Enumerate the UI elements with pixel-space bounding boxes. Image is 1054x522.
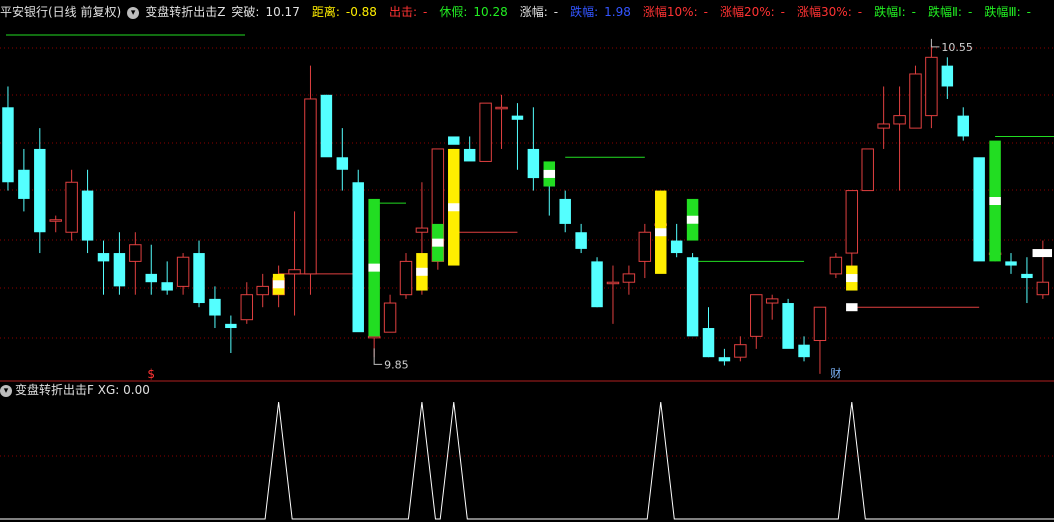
candle-body: [606, 281, 620, 285]
candle-body: [734, 344, 747, 358]
candle-body: [18, 169, 30, 199]
candle-body: [65, 181, 78, 233]
candle-body: [320, 94, 333, 158]
candle-body: [97, 253, 110, 262]
candle-body: [925, 56, 938, 117]
candle-body: [670, 240, 683, 254]
candle-body: [495, 106, 508, 110]
candle-body: [81, 190, 94, 241]
sub-indicator-header: ▾ 变盘转折出击F XG: 0.00: [0, 381, 150, 399]
candle-body: [957, 115, 969, 137]
highlight-marker: [432, 238, 444, 247]
low-price-label: 9.85: [384, 358, 409, 371]
candle-body: [463, 148, 476, 162]
candle-body: [113, 253, 126, 287]
highlight-marker: [989, 197, 1001, 205]
candle-body: [638, 231, 652, 262]
candle-body: [702, 328, 715, 358]
candlestick-series: [2, 44, 1053, 374]
candle-body: [399, 260, 413, 296]
highlight-marker: [368, 263, 380, 272]
signal-marker: [1032, 249, 1053, 258]
candle-body: [575, 232, 587, 249]
candle-body: [304, 98, 317, 275]
candle-body: [782, 303, 794, 349]
low-pointer: [373, 348, 383, 365]
highlight-marker: [543, 169, 556, 178]
candle-body: [479, 102, 492, 162]
chart-canvas[interactable]: 10.55 9.85 $ 财: [0, 0, 1054, 522]
circle-down-icon[interactable]: ▾: [0, 384, 12, 397]
candle-body: [49, 219, 62, 222]
candle-body: [415, 227, 429, 233]
xg-value: 0.00: [123, 383, 150, 397]
sub-indicator-name: 变盘转折出击F: [15, 383, 94, 397]
candle-body: [1036, 281, 1050, 296]
event-marker: $: [147, 367, 155, 381]
xg-signal-line: [0, 401, 1054, 520]
candle-body: [861, 148, 874, 192]
candle-body: [256, 285, 269, 296]
candle-body: [941, 65, 954, 87]
candle-body: [145, 273, 157, 283]
candle-body: [622, 273, 636, 283]
xg-label: XG:: [97, 383, 120, 397]
candle-body: [193, 253, 205, 304]
candle-body: [511, 115, 524, 120]
candle-body: [591, 261, 603, 308]
candle-body: [34, 148, 46, 233]
candle-body: [176, 256, 190, 287]
candle-body: [448, 136, 460, 145]
candle-body: [798, 344, 810, 358]
candle-body: [129, 244, 142, 262]
candle-body: [829, 256, 843, 275]
highlight-marker: [655, 228, 667, 237]
candle-body: [877, 123, 890, 129]
candle-body: [559, 198, 571, 224]
highlight-marker: [846, 274, 858, 283]
candle-body: [718, 357, 731, 362]
candle-body: [686, 257, 699, 337]
candle-body: [240, 294, 254, 321]
candle-body: [367, 335, 381, 339]
high-price-label: 10.55: [941, 41, 973, 54]
highlight-marker: [448, 203, 460, 212]
candle-body: [845, 190, 859, 254]
candle-body: [336, 157, 349, 170]
candle-body: [813, 306, 827, 342]
candle-body: [1021, 273, 1033, 279]
price-grid: [0, 34, 1054, 457]
highlight-marker: [272, 280, 285, 289]
candle-body: [225, 323, 237, 329]
candle-body: [750, 294, 763, 337]
candle-body: [209, 298, 221, 316]
xg-panel: [0, 401, 1054, 520]
candle-body: [527, 148, 540, 179]
signal-marker: [846, 303, 858, 312]
candle-body: [765, 298, 779, 304]
high-pointer: [930, 38, 940, 48]
highlight-marker: [416, 267, 428, 276]
candle-body: [383, 302, 397, 333]
candle-body: [909, 73, 922, 129]
candle-body: [1005, 261, 1017, 266]
candle-body: [352, 182, 364, 333]
event-marker: 财: [830, 366, 841, 380]
candle-body: [288, 269, 301, 275]
candle-body: [893, 115, 906, 125]
candle-body: [973, 157, 985, 262]
candle-body: [2, 107, 14, 183]
highlight-marker: [686, 215, 699, 224]
candle-body: [161, 282, 173, 291]
